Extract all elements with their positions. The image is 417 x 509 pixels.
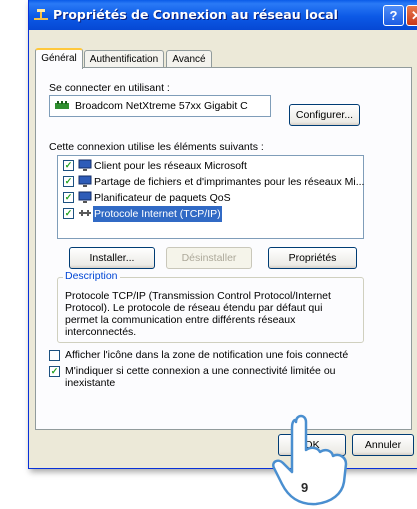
list-item[interactable]: ✓ Client pour les réseaux Microsoft	[58, 158, 391, 174]
list-item[interactable]: ✓ Partage de fichiers et d'imprimantes p…	[58, 174, 391, 190]
close-button[interactable]: ✕	[406, 5, 417, 26]
notify-icon-checkbox[interactable]	[49, 350, 60, 361]
help-button[interactable]: ?	[383, 5, 404, 26]
notify-icon-label: Afficher l'icône dans la zone de notific…	[65, 349, 349, 361]
configure-button[interactable]: Configurer...	[289, 104, 360, 126]
title-bar[interactable]: Propriétés de Connexion au réseau local …	[29, 0, 417, 30]
components-list[interactable]: ✓ Client pour les réseaux Microsoft ✓ Pa…	[57, 155, 364, 239]
protocol-icon	[79, 210, 91, 216]
tab-advanced[interactable]: Avancé	[166, 50, 212, 67]
cancel-button[interactable]: Annuler	[352, 434, 414, 456]
checkbox-client[interactable]: ✓	[63, 160, 74, 171]
properties-button[interactable]: Propriétés	[268, 247, 357, 269]
item-label-file-sharing: Partage de fichiers et d'imprimantes pou…	[94, 176, 365, 188]
network-adapter-icon	[55, 101, 69, 109]
list-item[interactable]: ✓ Protocole Internet (TCP/IP)	[58, 206, 391, 222]
network-connection-icon	[34, 9, 48, 20]
limited-connectivity-checkbox[interactable]: ✓	[49, 366, 60, 377]
install-button[interactable]: Installer...	[69, 247, 155, 269]
list-item[interactable]: ✓ Planificateur de paquets QoS	[58, 190, 391, 206]
checkbox-tcpip[interactable]: ✓	[63, 208, 74, 219]
adapter-field: Broadcom NetXtreme 57xx Gigabit C	[49, 95, 271, 117]
limited-connectivity-label: M'indiquer si cette connexion a une conn…	[65, 365, 336, 389]
components-label: Cette connexion utilise les éléments sui…	[49, 141, 264, 153]
uninstall-button[interactable]: Désinstaller	[166, 247, 252, 269]
adapter-name: Broadcom NetXtreme 57xx Gigabit C	[75, 100, 248, 112]
step-badge: 9	[301, 480, 309, 495]
description-title: Description	[63, 270, 120, 282]
checkbox-qos[interactable]: ✓	[63, 192, 74, 203]
item-label-client: Client pour les réseaux Microsoft	[94, 160, 247, 172]
file-printer-sharing-icon	[78, 175, 92, 187]
description-text: Protocole TCP/IP (Transmission Control P…	[65, 290, 331, 338]
connect-using-label: Se connecter en utilisant :	[49, 82, 170, 94]
qos-scheduler-icon	[78, 191, 92, 203]
checkbox-file-sharing[interactable]: ✓	[63, 176, 74, 187]
item-label-qos: Planificateur de paquets QoS	[94, 192, 231, 204]
tab-general[interactable]: Général	[35, 48, 83, 69]
window-title: Propriétés de Connexion au réseau local	[53, 7, 338, 22]
item-label-tcpip: Protocole Internet (TCP/IP)	[93, 206, 222, 222]
network-client-icon	[78, 159, 92, 171]
tab-authentication[interactable]: Authentification	[84, 50, 164, 67]
